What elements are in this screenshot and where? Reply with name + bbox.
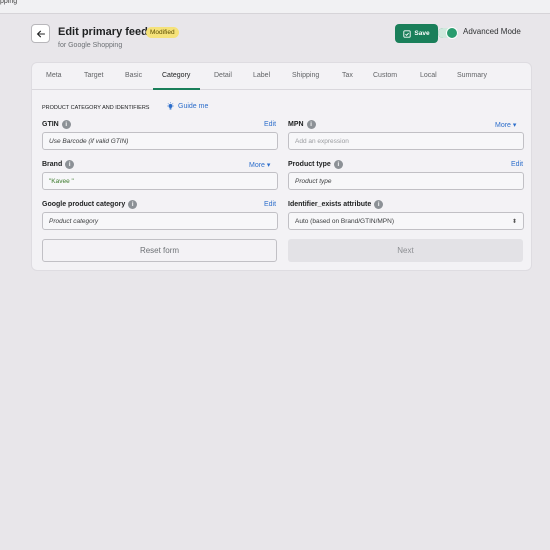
brand-field[interactable]: "Kavee " bbox=[42, 172, 278, 190]
gtin-label-text: GTIN bbox=[42, 121, 59, 128]
guide-me-link[interactable]: Guide me bbox=[166, 102, 208, 111]
info-icon[interactable]: i bbox=[61, 120, 71, 129]
tab-bar: Meta Target Basic Category Detail Label … bbox=[32, 63, 531, 90]
caret-down-icon: ▾ bbox=[512, 122, 517, 129]
brand-label: Brand i bbox=[42, 160, 75, 169]
tab-shipping[interactable]: Shipping bbox=[292, 72, 319, 79]
tab-target[interactable]: Target bbox=[84, 72, 103, 79]
product-type-edit-link[interactable]: Edit bbox=[511, 161, 523, 168]
status-badge: Modified bbox=[146, 27, 179, 38]
page-subtitle: for Google Shopping bbox=[58, 42, 123, 49]
save-label: Save bbox=[414, 30, 430, 37]
info-icon[interactable]: i bbox=[128, 200, 138, 209]
tab-basic[interactable]: Basic bbox=[125, 72, 142, 79]
product-type-label: Product type i bbox=[288, 160, 343, 169]
lightbulb-icon bbox=[167, 102, 174, 110]
mpn-label-text: MPN bbox=[288, 121, 304, 128]
identifier-exists-label: Identifier_exists attribute i bbox=[288, 200, 384, 209]
brand-label-text: Brand bbox=[42, 161, 63, 168]
brand-more-link[interactable]: More ▾ bbox=[249, 161, 270, 169]
tab-label[interactable]: Label bbox=[253, 72, 270, 79]
save-icon bbox=[403, 29, 412, 38]
guide-me-label: Guide me bbox=[178, 103, 209, 110]
tab-custom[interactable]: Custom bbox=[373, 72, 397, 79]
identifier-exists-value: Auto (based on Brand/GTIN/MPN) bbox=[295, 217, 394, 225]
info-icon[interactable]: i bbox=[65, 160, 75, 169]
select-arrows-icon: ⬍ bbox=[511, 218, 517, 225]
product-type-field[interactable]: Product type bbox=[288, 172, 524, 190]
browser-top-bar: pping bbox=[0, 0, 550, 14]
section-title: PRODUCT CATEGORY AND IDENTIFIERS bbox=[42, 105, 150, 111]
advanced-mode-toggle[interactable] bbox=[438, 27, 458, 39]
gtin-label: GTIN i bbox=[42, 120, 71, 129]
tab-category[interactable]: Category bbox=[162, 72, 190, 79]
tab-meta[interactable]: Meta bbox=[46, 72, 62, 79]
google-category-label: Google product category i bbox=[42, 200, 138, 209]
back-button[interactable] bbox=[31, 24, 50, 43]
save-button[interactable]: Save bbox=[395, 24, 438, 43]
google-category-label-text: Google product category bbox=[42, 201, 126, 208]
info-icon[interactable]: i bbox=[333, 160, 343, 169]
product-type-label-text: Product type bbox=[288, 161, 331, 168]
tab-summary[interactable]: Summary bbox=[457, 72, 487, 79]
mpn-more-link[interactable]: More ▾ bbox=[495, 121, 516, 129]
info-icon[interactable]: i bbox=[374, 200, 384, 209]
active-tab-indicator bbox=[153, 88, 200, 90]
reset-form-button[interactable]: Reset form bbox=[42, 239, 277, 262]
advanced-mode-label: Advanced Mode bbox=[463, 27, 521, 36]
gtin-edit-link[interactable]: Edit bbox=[264, 121, 276, 128]
page-title: Edit primary feed bbox=[58, 26, 148, 38]
mpn-field[interactable]: Add an expression bbox=[288, 132, 524, 150]
tab-local[interactable]: Local bbox=[420, 72, 437, 79]
browser-tab-fragment: pping bbox=[0, 0, 18, 5]
tab-tax[interactable]: Tax bbox=[342, 72, 353, 79]
google-category-field[interactable]: Product category bbox=[42, 212, 278, 230]
page-header: Edit primary feed Modified for Google Sh… bbox=[31, 24, 550, 54]
info-icon[interactable]: i bbox=[306, 120, 316, 129]
tab-detail[interactable]: Detail bbox=[214, 72, 232, 79]
mpn-label: MPN i bbox=[288, 120, 316, 129]
identifier-exists-label-text: Identifier_exists attribute bbox=[288, 201, 372, 208]
google-category-edit-link[interactable]: Edit bbox=[264, 201, 276, 208]
gtin-field[interactable]: Use Barcode (if valid GTIN) bbox=[42, 132, 278, 150]
mpn-more-label: More bbox=[495, 122, 511, 129]
caret-down-icon: ▾ bbox=[266, 162, 271, 169]
next-button[interactable]: Next bbox=[288, 239, 523, 262]
feed-editor-card: Meta Target Basic Category Detail Label … bbox=[31, 62, 532, 271]
toggle-knob bbox=[446, 27, 458, 39]
brand-more-label: More bbox=[249, 162, 265, 169]
identifier-exists-select[interactable]: Auto (based on Brand/GTIN/MPN) ⬍ bbox=[288, 212, 524, 230]
arrow-left-icon bbox=[36, 30, 45, 37]
